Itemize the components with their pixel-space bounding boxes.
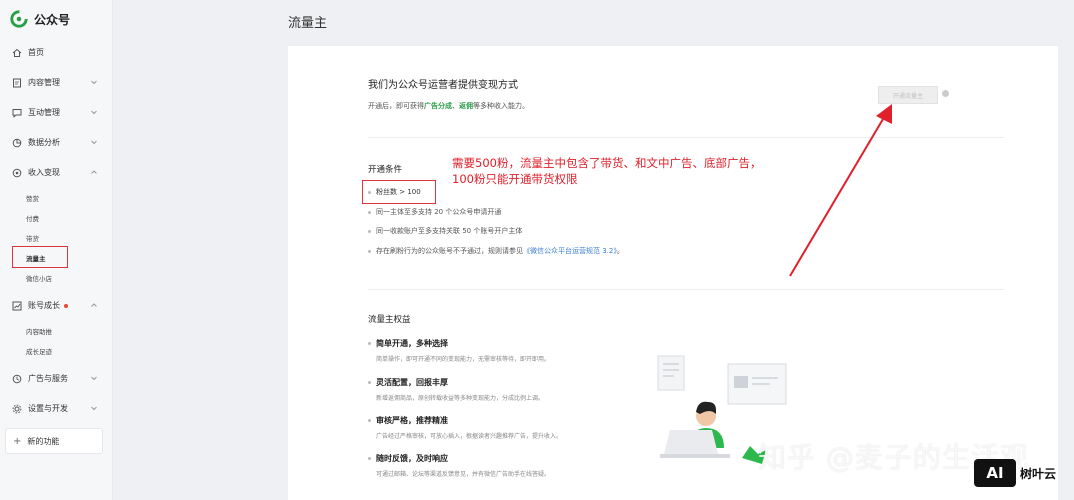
sidebar-subitem-reward[interactable]: 赞赏 (26, 193, 39, 203)
sidebar-item-income[interactable]: 收入变现 (12, 167, 60, 178)
benefit-title: 随时反馈，及时响应 (376, 454, 448, 463)
sidebar-item-label: 账号成长 (28, 301, 60, 310)
bullet (368, 211, 371, 214)
sidebar-item-ads-services[interactable]: 广告与服务 (12, 373, 68, 384)
notification-dot (64, 303, 68, 308)
sidebar: 公众号 首页 内容管理 互动管理 数据分析 收入变现 赞赏 付费 带货 流量主 … (0, 0, 113, 500)
divider (368, 289, 1004, 290)
sidebar-item-label: 收入变现 (28, 168, 60, 177)
divider (368, 137, 1004, 138)
sidebar-item-label: 互动管理 (28, 108, 60, 117)
sidebar-subitem-commerce[interactable]: 带货 (26, 233, 39, 243)
sidebar-item-content[interactable]: 内容管理 (12, 77, 100, 88)
condition-rule-suffix: 。 (616, 247, 624, 255)
sidebar-subitem-paid[interactable]: 付费 (26, 213, 39, 223)
condition-rule-text: 存在刷粉行为的公众账号不予通过，规则请参见 (376, 247, 523, 255)
wechat-official-logo-icon (10, 10, 28, 28)
benefit-title: 灵活配置，回报丰厚 (376, 378, 448, 387)
intro-desc-prefix: 开通后，即可获得 (368, 102, 424, 110)
income-icon (12, 168, 22, 177)
chat-icon (12, 108, 22, 118)
growth-icon (12, 301, 22, 310)
sidebar-item-label: 数据分析 (28, 138, 60, 147)
sidebar-subitem-wechat-shop[interactable]: 微信小店 (26, 273, 52, 283)
highlight-ad-share: 广告分成 (424, 102, 452, 110)
chevron-down-icon[interactable] (90, 404, 98, 412)
help-icon[interactable] (942, 90, 949, 97)
gear-icon (12, 404, 22, 413)
bullet (368, 381, 371, 384)
annotation-line-1: 需要500粉，流量主中包含了带货、和文中广告、底部广告， (452, 156, 762, 170)
sidebar-subitem-growth-track[interactable]: 成长足迹 (26, 346, 52, 356)
chevron-up-icon[interactable] (90, 301, 98, 309)
app-logo[interactable]: 公众号 (10, 10, 70, 28)
sidebar-item-home[interactable]: 首页 (12, 47, 44, 58)
highlight-box-traffic-master (12, 246, 68, 268)
conditions-heading: 开通条件 (368, 165, 403, 175)
intro-description: 开通后，即可获得广告分成、返佣等多种收入能力。 (368, 101, 529, 111)
chevron-down-icon[interactable] (90, 374, 98, 382)
annotation-line-2: 100粉只能开通带货权限 (452, 172, 578, 186)
benefit-desc: 可通过邮箱、论坛等渠道反馈意见，并有微信广告助手在线答疑。 (376, 471, 551, 478)
pie-chart-icon (12, 138, 22, 147)
benefit-desc: 简单操作，即可开通不同的变现能力，无需审核等待，即开即用。 (376, 356, 551, 363)
plus-icon: + (13, 435, 22, 447)
sidebar-subitem-content-boost[interactable]: 内容助推 (26, 326, 52, 336)
document-icon (13, 78, 21, 87)
sidebar-item-settings[interactable]: 设置与开发 (12, 403, 68, 414)
ad-icon (12, 374, 22, 383)
intro-desc-sep: 、 (452, 102, 459, 110)
sidebar-item-interaction[interactable]: 互动管理 (12, 107, 60, 118)
bullet (368, 342, 371, 345)
condition-fake-followers: 存在刷粉行为的公众账号不予通过，规则请参见《微信公众平台运营规范 3.2》。 (376, 246, 624, 256)
app-name: 公众号 (34, 12, 71, 27)
new-features-label: 新的功能 (27, 436, 60, 446)
benefit-desc: 新增返佣商品，原创转载收益等多种变现能力，分成比例上调。 (376, 395, 545, 402)
highlight-box-followers (362, 180, 436, 204)
intro-desc-suffix: 等多种收入能力。 (473, 102, 529, 110)
new-features-button[interactable]: + 新的功能 (5, 428, 103, 454)
intro-heading: 我们为公众号运营者提供变现方式 (368, 80, 518, 91)
bullet (368, 457, 371, 460)
sidebar-item-analytics[interactable]: 数据分析 (12, 137, 60, 148)
operation-rules-link[interactable]: 《微信公众平台运营规范 3.2》 (523, 247, 617, 255)
benefit-title: 简单开通，多种选择 (376, 339, 448, 348)
sidebar-item-label: 设置与开发 (28, 404, 68, 413)
bullet (368, 230, 371, 233)
sidebar-item-label: 首页 (28, 48, 44, 57)
chevron-down-icon[interactable] (90, 138, 98, 146)
site-badge-name: 树叶云 (1020, 466, 1057, 481)
benefit-desc: 广告经过严格审核，可放心插入，根据读者兴趣推荐广告，提升收入。 (376, 433, 563, 440)
benefits-heading: 流量主权益 (368, 315, 411, 325)
site-badge: AI 树叶云 (974, 456, 1070, 490)
highlight-commission: 返佣 (459, 102, 473, 110)
sidebar-item-label: 广告与服务 (28, 374, 68, 383)
condition-entity-limit: 同一主体至多支持 20 个公众号申请开通 (376, 208, 502, 216)
chevron-up-icon[interactable] (90, 168, 98, 176)
chevron-down-icon[interactable] (90, 108, 98, 116)
bullet (368, 250, 371, 253)
bullet (368, 419, 371, 422)
annotation-text: 需要500粉，流量主中包含了带货、和文中广告、底部广告， 100粉只能开通带货权… (452, 155, 761, 187)
sidebar-item-label: 内容管理 (28, 78, 60, 87)
annotation-arrow (789, 104, 892, 277)
ai-logo-icon: AI (974, 459, 1016, 487)
benefit-title: 审核严格，推荐精准 (376, 416, 448, 425)
home-icon (12, 48, 22, 57)
chevron-down-icon[interactable] (90, 78, 98, 86)
condition-account-limit: 同一收款账户至多支持关联 50 个账号开户主体 (376, 227, 523, 235)
sidebar-item-growth[interactable]: 账号成长 (12, 300, 68, 311)
page-title: 流量主 (288, 16, 328, 31)
